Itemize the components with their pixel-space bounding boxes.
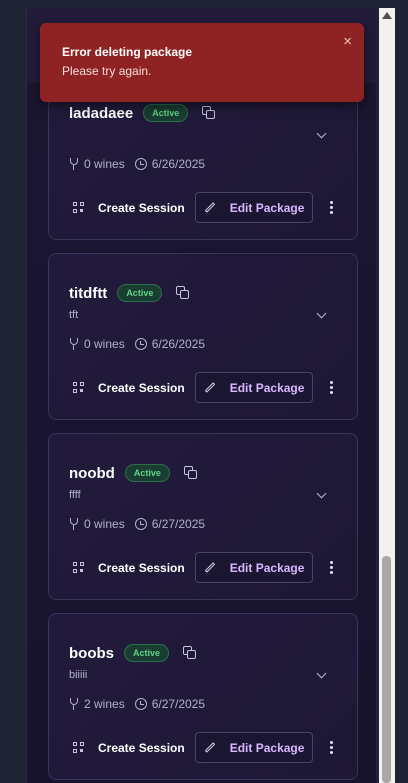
pencil-icon <box>204 202 216 213</box>
pencil-icon <box>204 562 216 573</box>
chevron-down-icon[interactable] <box>316 668 327 679</box>
package-meta: 0 wines 6/26/2025 <box>69 337 205 351</box>
wine-glass-icon <box>69 517 79 531</box>
more-options-icon[interactable] <box>330 381 334 394</box>
edit-package-label: Edit Package <box>229 740 305 755</box>
error-toast: Error deleting package Please try again.… <box>40 23 364 102</box>
create-session-button[interactable]: Create Session <box>98 561 185 575</box>
status-badge: Active <box>124 464 170 482</box>
chevron-down-icon[interactable] <box>316 128 327 139</box>
edit-package-button[interactable]: Edit Package <box>194 372 314 403</box>
wine-count: 2 wines <box>84 697 125 711</box>
pencil-icon <box>204 742 216 753</box>
package-date: 6/27/2025 <box>151 517 206 531</box>
edit-package-button[interactable]: Edit Package <box>194 732 314 763</box>
edit-package-label: Edit Package <box>229 380 305 395</box>
toast-description: Please try again. <box>62 64 152 78</box>
pencil-icon <box>204 382 216 393</box>
package-name: boobs <box>69 644 114 662</box>
wine-count: 0 wines <box>84 517 125 531</box>
package-actions: Create Session Edit Package <box>73 372 334 403</box>
qr-code-icon[interactable] <box>73 202 84 213</box>
package-name: titdftt <box>69 284 108 302</box>
close-icon[interactable]: × <box>343 33 352 50</box>
package-header: noobd Active <box>69 464 198 482</box>
package-name: ladadaee <box>69 104 134 122</box>
package-description: biiiii <box>69 669 88 681</box>
clock-icon <box>134 158 147 170</box>
package-card: noobd Active ffff 0 wines 6/27/2025 Crea… <box>48 433 358 600</box>
wine-glass-icon <box>69 157 79 171</box>
package-meta: 2 wines 6/27/2025 <box>69 697 205 711</box>
package-date: 6/26/2025 <box>151 157 206 171</box>
package-header: boobs Active <box>69 644 197 662</box>
scrollbar[interactable] <box>379 8 395 783</box>
package-description: ffff <box>69 489 81 501</box>
chevron-down-icon[interactable] <box>316 488 327 499</box>
edit-package-button[interactable]: Edit Package <box>194 552 314 583</box>
status-badge: Active <box>124 644 170 662</box>
more-options-icon[interactable] <box>330 741 334 754</box>
scroll-up-arrow-icon[interactable] <box>382 12 392 19</box>
package-date: 6/26/2025 <box>151 337 206 351</box>
copy-icon[interactable] <box>202 106 216 120</box>
copy-icon[interactable] <box>183 466 198 480</box>
copy-icon[interactable] <box>183 646 197 660</box>
package-meta: 0 wines 6/26/2025 <box>69 157 205 171</box>
chevron-down-icon[interactable] <box>316 308 327 319</box>
qr-code-icon[interactable] <box>73 742 84 753</box>
wine-count: 0 wines <box>84 157 125 171</box>
edit-package-button[interactable]: Edit Package <box>194 192 314 223</box>
status-badge: Active <box>143 104 189 122</box>
clock-icon <box>134 338 147 350</box>
status-badge: Active <box>117 284 163 302</box>
wine-glass-icon <box>69 337 79 351</box>
package-date: 6/27/2025 <box>151 697 206 711</box>
clock-icon <box>134 518 147 530</box>
create-session-button[interactable]: Create Session <box>98 381 185 395</box>
qr-code-icon[interactable] <box>73 562 84 573</box>
package-actions: Create Session Edit Package <box>73 192 334 223</box>
clock-icon <box>134 698 147 710</box>
package-meta: 0 wines 6/27/2025 <box>69 517 205 531</box>
copy-icon[interactable] <box>176 286 190 300</box>
create-session-button[interactable]: Create Session <box>98 201 185 215</box>
qr-code-icon[interactable] <box>73 382 84 393</box>
package-header: titdftt Active <box>69 284 190 302</box>
package-actions: Create Session Edit Package <box>73 732 334 763</box>
package-card: boobs Active biiiii 2 wines 6/27/2025 Cr… <box>48 613 358 780</box>
scrollbar-thumb[interactable] <box>382 556 391 783</box>
package-description: tft <box>69 309 79 321</box>
edit-package-label: Edit Package <box>229 200 305 215</box>
toast-title: Error deleting package <box>62 45 193 59</box>
create-session-button[interactable]: Create Session <box>98 741 185 755</box>
wine-glass-icon <box>69 697 79 711</box>
more-options-icon[interactable] <box>330 201 334 214</box>
wine-count: 0 wines <box>84 337 125 351</box>
more-options-icon[interactable] <box>330 561 334 574</box>
package-card: titdftt Active tft 0 wines 6/26/2025 Cre… <box>48 253 358 420</box>
package-name: noobd <box>69 464 115 482</box>
package-actions: Create Session Edit Package <box>73 552 334 583</box>
package-header: ladadaee Active <box>69 104 216 122</box>
edit-package-label: Edit Package <box>229 560 305 575</box>
